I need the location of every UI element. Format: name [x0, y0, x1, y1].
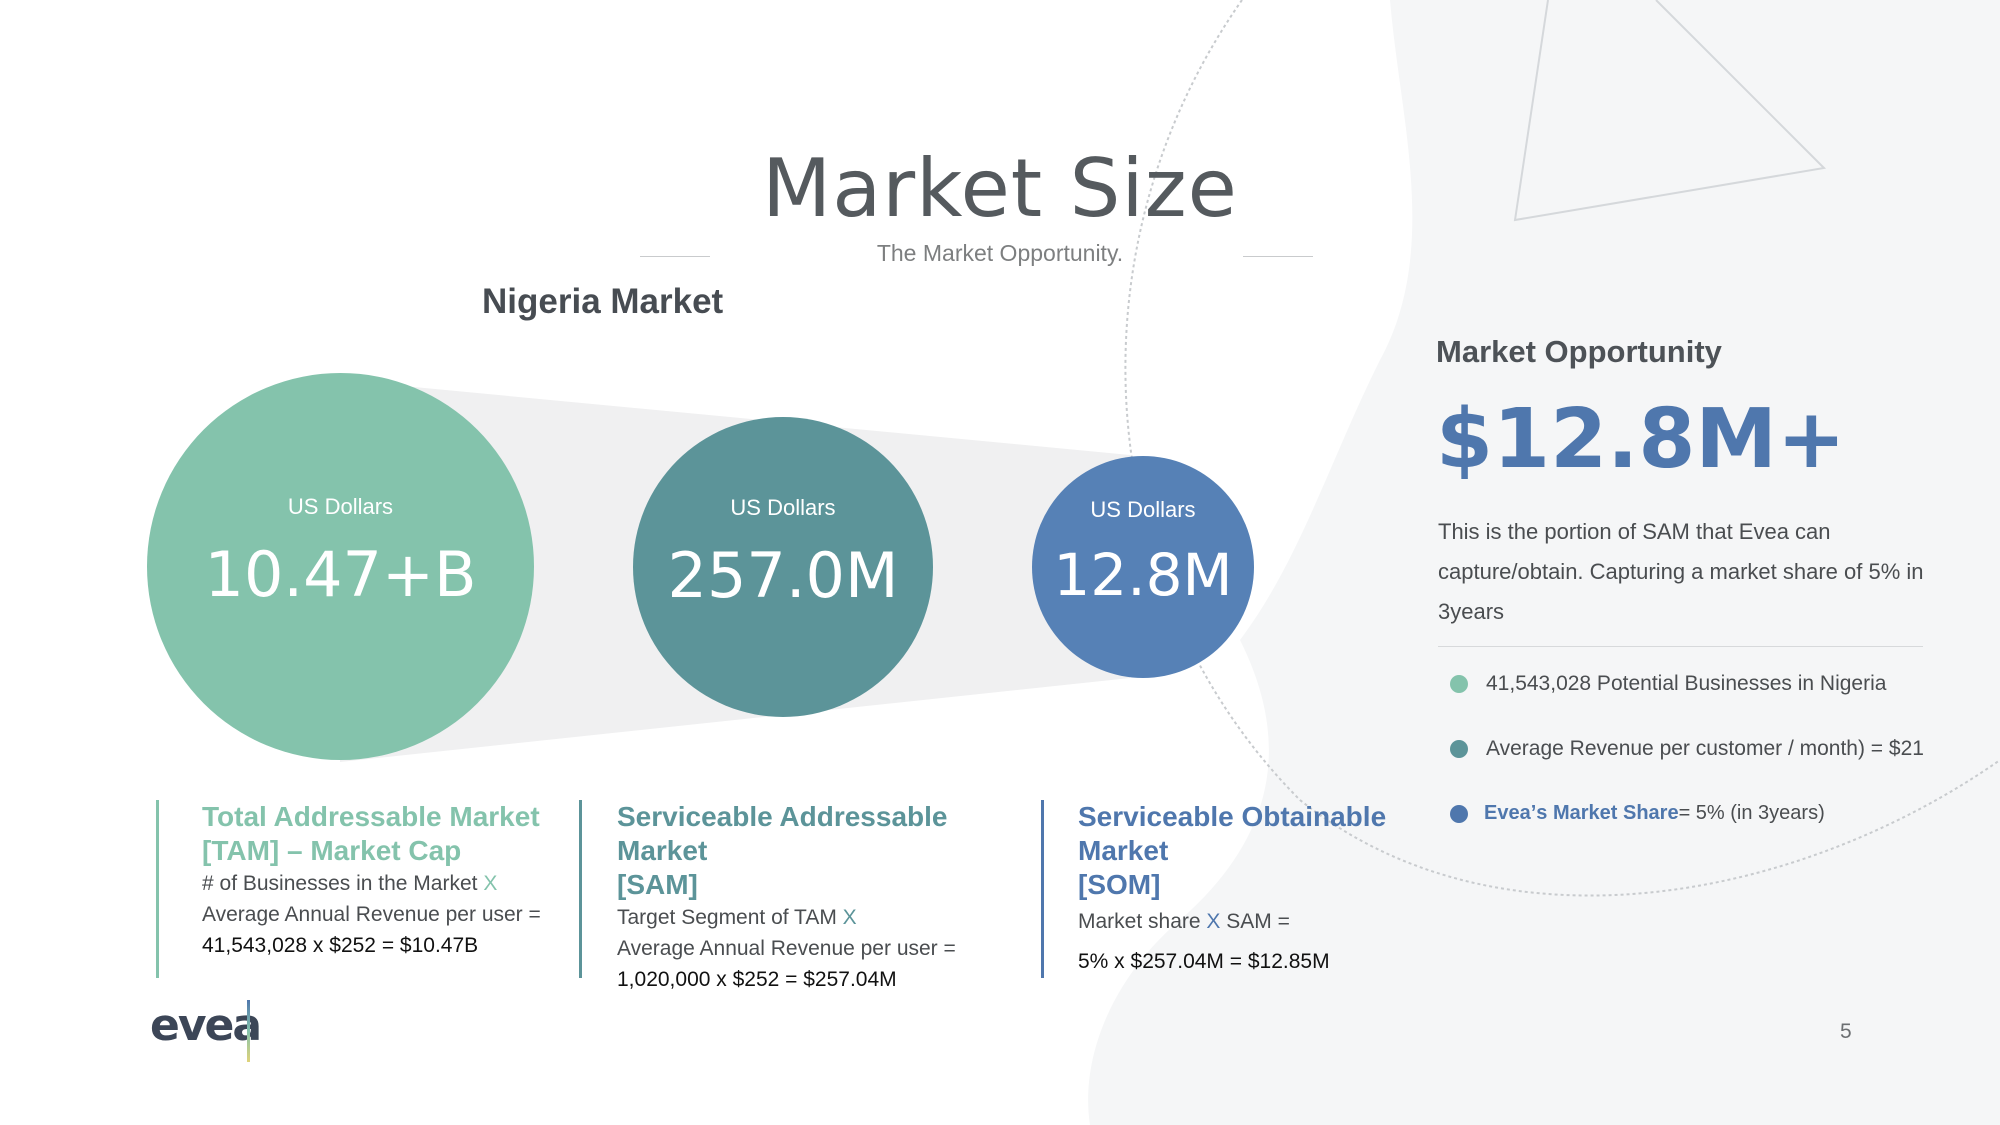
sam-line1: Target Segment of TAM X	[617, 906, 857, 929]
tam-unit: US Dollars	[287, 494, 394, 519]
bullet-dot-icon	[1450, 675, 1468, 693]
tam-value: 10.47+B	[204, 538, 477, 611]
market-opportunity-description: This is the portion of SAM that Evea can…	[1438, 519, 1924, 624]
sam-value: 257.0M	[667, 538, 899, 612]
sam-equation: 1,020,000 x $252 = $257.04M	[617, 968, 897, 991]
som-divider	[1041, 800, 1044, 978]
page-title: Market Size	[762, 142, 1238, 235]
tam-circle: US Dollars 10.47+B	[147, 373, 534, 760]
subtitle-rule-left	[640, 256, 710, 257]
som-unit: US Dollars	[1090, 497, 1196, 522]
nigeria-market-heading: Nigeria Market	[482, 282, 724, 321]
sam-title: Serviceable Addressable Market [SAM]	[617, 801, 948, 900]
bullet-businesses: 41,543,028 Potential Businesses in Niger…	[1450, 672, 1886, 696]
som-value: 12.8M	[1053, 541, 1233, 609]
bullet-dot-icon	[1450, 740, 1468, 758]
bullet-text: = 5% (in 3years)	[1678, 802, 1825, 824]
som-column: Serviceable Obtainable Market [SOM] Marke…	[1078, 800, 1478, 977]
bullet-dot-icon	[1450, 804, 1468, 823]
bullet-text: Average Revenue per customer / month) = …	[1486, 737, 1924, 760]
bullet-text: 41,543,028 Potential Businesses in Niger…	[1486, 672, 1887, 695]
tam-line1: # of Businesses in the Market X	[202, 872, 498, 895]
som-title: Serviceable Obtainable Market [SOM]	[1078, 801, 1387, 900]
sam-line2: Average Annual Revenue per user =	[617, 937, 956, 960]
sam-column: Serviceable Addressable Market [SAM] Targ…	[617, 800, 1037, 995]
som-circle: US Dollars 12.8M	[1032, 456, 1254, 678]
sam-divider	[579, 800, 582, 978]
bullet-revenue: Average Revenue per customer / month) = …	[1450, 737, 1924, 761]
market-opportunity-heading: Market Opportunity	[1436, 334, 1722, 369]
evea-logo: evea	[150, 1000, 262, 1051]
som-line1: Market share X SAM =	[1078, 910, 1290, 933]
bullet-label: Eveа’s Market Share	[1484, 802, 1679, 824]
opportunity-divider	[1438, 646, 1923, 647]
sam-unit: US Dollars	[730, 494, 836, 520]
subtitle-rule-right	[1243, 256, 1313, 257]
page-number: 5	[1840, 1020, 1852, 1043]
bullet-market-share: Eveа’s Market Share = 5% (in 3years)	[1450, 802, 1825, 825]
tam-title: Total Addressable Market [TAM] – Market C…	[202, 801, 540, 866]
tam-equation: 41,543,028 x $252 = $10.47B	[202, 934, 479, 957]
logo-accent-bar	[247, 1000, 250, 1062]
tam-line2: Average Annual Revenue per user =	[202, 903, 541, 926]
page-subtitle: The Market Opportunity.	[876, 240, 1124, 266]
market-opportunity-value: $12.8M+	[1436, 392, 1846, 487]
tam-divider	[156, 800, 159, 978]
sam-circle: US Dollars 257.0M	[633, 417, 933, 717]
tam-column: Total Addressable Market [TAM] – Market C…	[202, 800, 592, 961]
som-equation: 5% x $257.04M = $12.85M	[1078, 950, 1330, 973]
